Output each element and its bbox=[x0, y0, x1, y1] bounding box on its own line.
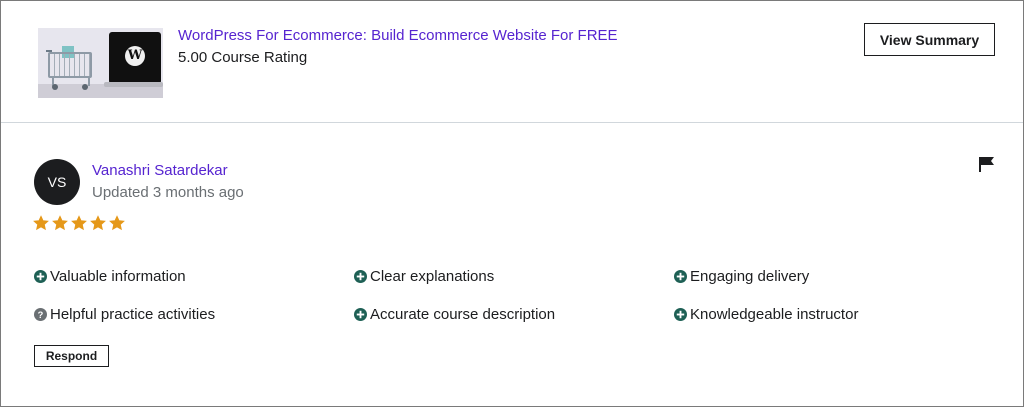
svg-text:?: ? bbox=[38, 310, 44, 320]
review-card: W WordPress For Ecommerce: Build Ecommer… bbox=[0, 0, 1024, 407]
course-header: W WordPress For Ecommerce: Build Ecommer… bbox=[1, 1, 1023, 123]
star-icon bbox=[33, 215, 49, 231]
feedback-item: Knowledgeable instructor bbox=[674, 305, 858, 324]
plus-circle-icon bbox=[34, 270, 47, 283]
plus-circle-icon bbox=[354, 308, 367, 321]
view-summary-button[interactable]: View Summary bbox=[864, 23, 995, 56]
avatar: VS bbox=[34, 159, 80, 205]
star-rating bbox=[33, 215, 125, 235]
feedback-item: Engaging delivery bbox=[674, 267, 809, 286]
wordpress-logo-icon: W bbox=[125, 46, 145, 66]
plus-circle-icon bbox=[674, 308, 687, 321]
feedback-label: Accurate course description bbox=[370, 306, 556, 323]
feedback-item: ? Helpful practice activities bbox=[34, 305, 215, 324]
flag-icon[interactable] bbox=[977, 156, 997, 172]
star-icon bbox=[109, 215, 125, 231]
feedback-item: Accurate course description bbox=[354, 305, 555, 324]
course-thumbnail[interactable]: W bbox=[38, 28, 163, 98]
star-icon bbox=[52, 215, 68, 231]
feedback-label: Engaging delivery bbox=[690, 268, 810, 285]
shopping-cart-icon bbox=[48, 52, 92, 78]
course-rating: 5.00 Course Rating bbox=[178, 49, 308, 66]
star-icon bbox=[90, 215, 106, 231]
review-timestamp: Updated 3 months ago bbox=[92, 184, 244, 201]
reviewer-name-link[interactable]: Vanashri Satardekar bbox=[92, 161, 228, 180]
feedback-label: Knowledgeable instructor bbox=[690, 306, 859, 323]
plus-circle-icon bbox=[674, 270, 687, 283]
feedback-item: Valuable information bbox=[34, 267, 186, 286]
course-title-link[interactable]: WordPress For Ecommerce: Build Ecommerce… bbox=[178, 26, 618, 45]
feedback-item: Clear explanations bbox=[354, 267, 494, 286]
question-circle-icon: ? bbox=[34, 308, 47, 321]
plus-circle-icon bbox=[354, 270, 367, 283]
star-icon bbox=[71, 215, 87, 231]
feedback-label: Helpful practice activities bbox=[50, 306, 216, 323]
respond-button[interactable]: Respond bbox=[34, 345, 109, 367]
feedback-label: Valuable information bbox=[50, 268, 186, 285]
feedback-label: Clear explanations bbox=[370, 268, 495, 285]
